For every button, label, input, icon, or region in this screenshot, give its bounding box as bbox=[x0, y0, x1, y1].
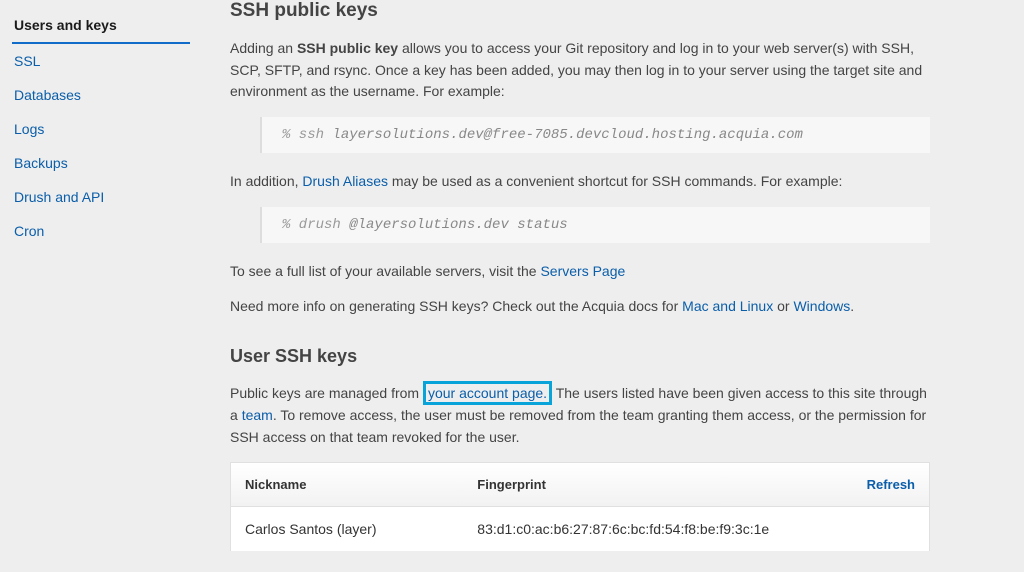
col-nickname: Nickname bbox=[231, 463, 464, 507]
refresh-link[interactable]: Refresh bbox=[723, 463, 930, 507]
table-row: Carlos Santos (layer) 83:d1:c0:ac:b6:27:… bbox=[231, 507, 930, 552]
cell-fingerprint: 83:d1:c0:ac:b6:27:87:6c:bc:fd:54:f8:be:f… bbox=[463, 507, 929, 552]
ssh-keys-table: Nickname Fingerprint Refresh Carlos Sant… bbox=[230, 462, 930, 552]
table-header-row: Nickname Fingerprint Refresh bbox=[231, 463, 930, 507]
servers-page-link[interactable]: Servers Page bbox=[540, 263, 625, 279]
text: Public keys are managed from bbox=[230, 385, 423, 401]
section-heading-ssh-public-keys: SSH public keys bbox=[230, 0, 930, 22]
code-text: @free-7085.devcloud.hosting.acquia.com bbox=[484, 127, 803, 143]
text: may be used as a convenient shortcut for… bbox=[388, 173, 842, 189]
account-page-highlight: your account page. bbox=[423, 381, 552, 405]
drush-aliases-link[interactable]: Drush Aliases bbox=[302, 173, 388, 189]
docs-paragraph: Need more info on generating SSH keys? C… bbox=[230, 296, 930, 318]
team-link[interactable]: team bbox=[242, 407, 273, 423]
text: . To remove access, the user must be rem… bbox=[230, 407, 926, 445]
text: To see a full list of your available ser… bbox=[230, 263, 540, 279]
sidebar-item-databases[interactable]: Databases bbox=[12, 78, 190, 112]
col-fingerprint: Fingerprint bbox=[463, 463, 723, 507]
code-text: % ssh bbox=[282, 127, 332, 143]
code-text: layersolutions.dev bbox=[332, 127, 483, 143]
code-text: status bbox=[509, 217, 568, 233]
sidebar-item-drush-and-api[interactable]: Drush and API bbox=[12, 180, 190, 214]
account-page-link[interactable]: your account page. bbox=[428, 385, 547, 401]
drush-intro-paragraph: In addition, Drush Aliases may be used a… bbox=[230, 171, 930, 193]
sidebar-item-logs[interactable]: Logs bbox=[12, 112, 190, 146]
sidebar-item-backups[interactable]: Backups bbox=[12, 146, 190, 180]
text-bold: SSH public key bbox=[297, 40, 398, 56]
sidebar-item-ssl[interactable]: SSL bbox=[12, 44, 190, 78]
sidebar-item-users-and-keys[interactable]: Users and keys bbox=[12, 8, 190, 44]
code-example-ssh: % ssh layersolutions.dev@free-7085.devcl… bbox=[260, 117, 930, 153]
sidebar: Users and keys SSL Databases Logs Backup… bbox=[0, 0, 200, 572]
user-keys-paragraph: Public keys are managed from your accoun… bbox=[230, 383, 930, 448]
cell-nickname: Carlos Santos (layer) bbox=[231, 507, 464, 552]
text: Adding an bbox=[230, 40, 297, 56]
sidebar-item-cron[interactable]: Cron bbox=[12, 214, 190, 248]
code-example-drush: % drush @layersolutions.dev status bbox=[260, 207, 930, 243]
text: . bbox=[850, 298, 854, 314]
servers-paragraph: To see a full list of your available ser… bbox=[230, 261, 930, 283]
text: In addition, bbox=[230, 173, 302, 189]
text: Need more info on generating SSH keys? C… bbox=[230, 298, 682, 314]
mac-linux-link[interactable]: Mac and Linux bbox=[682, 298, 773, 314]
ssh-intro-paragraph: Adding an SSH public key allows you to a… bbox=[230, 38, 930, 103]
code-text: % drush bbox=[282, 217, 349, 233]
section-heading-user-ssh-keys: User SSH keys bbox=[230, 346, 930, 367]
windows-link[interactable]: Windows bbox=[793, 298, 850, 314]
code-text: @layersolutions.dev bbox=[349, 217, 509, 233]
main-content: SSH public keys Adding an SSH public key… bbox=[200, 0, 970, 572]
text: or bbox=[773, 298, 793, 314]
